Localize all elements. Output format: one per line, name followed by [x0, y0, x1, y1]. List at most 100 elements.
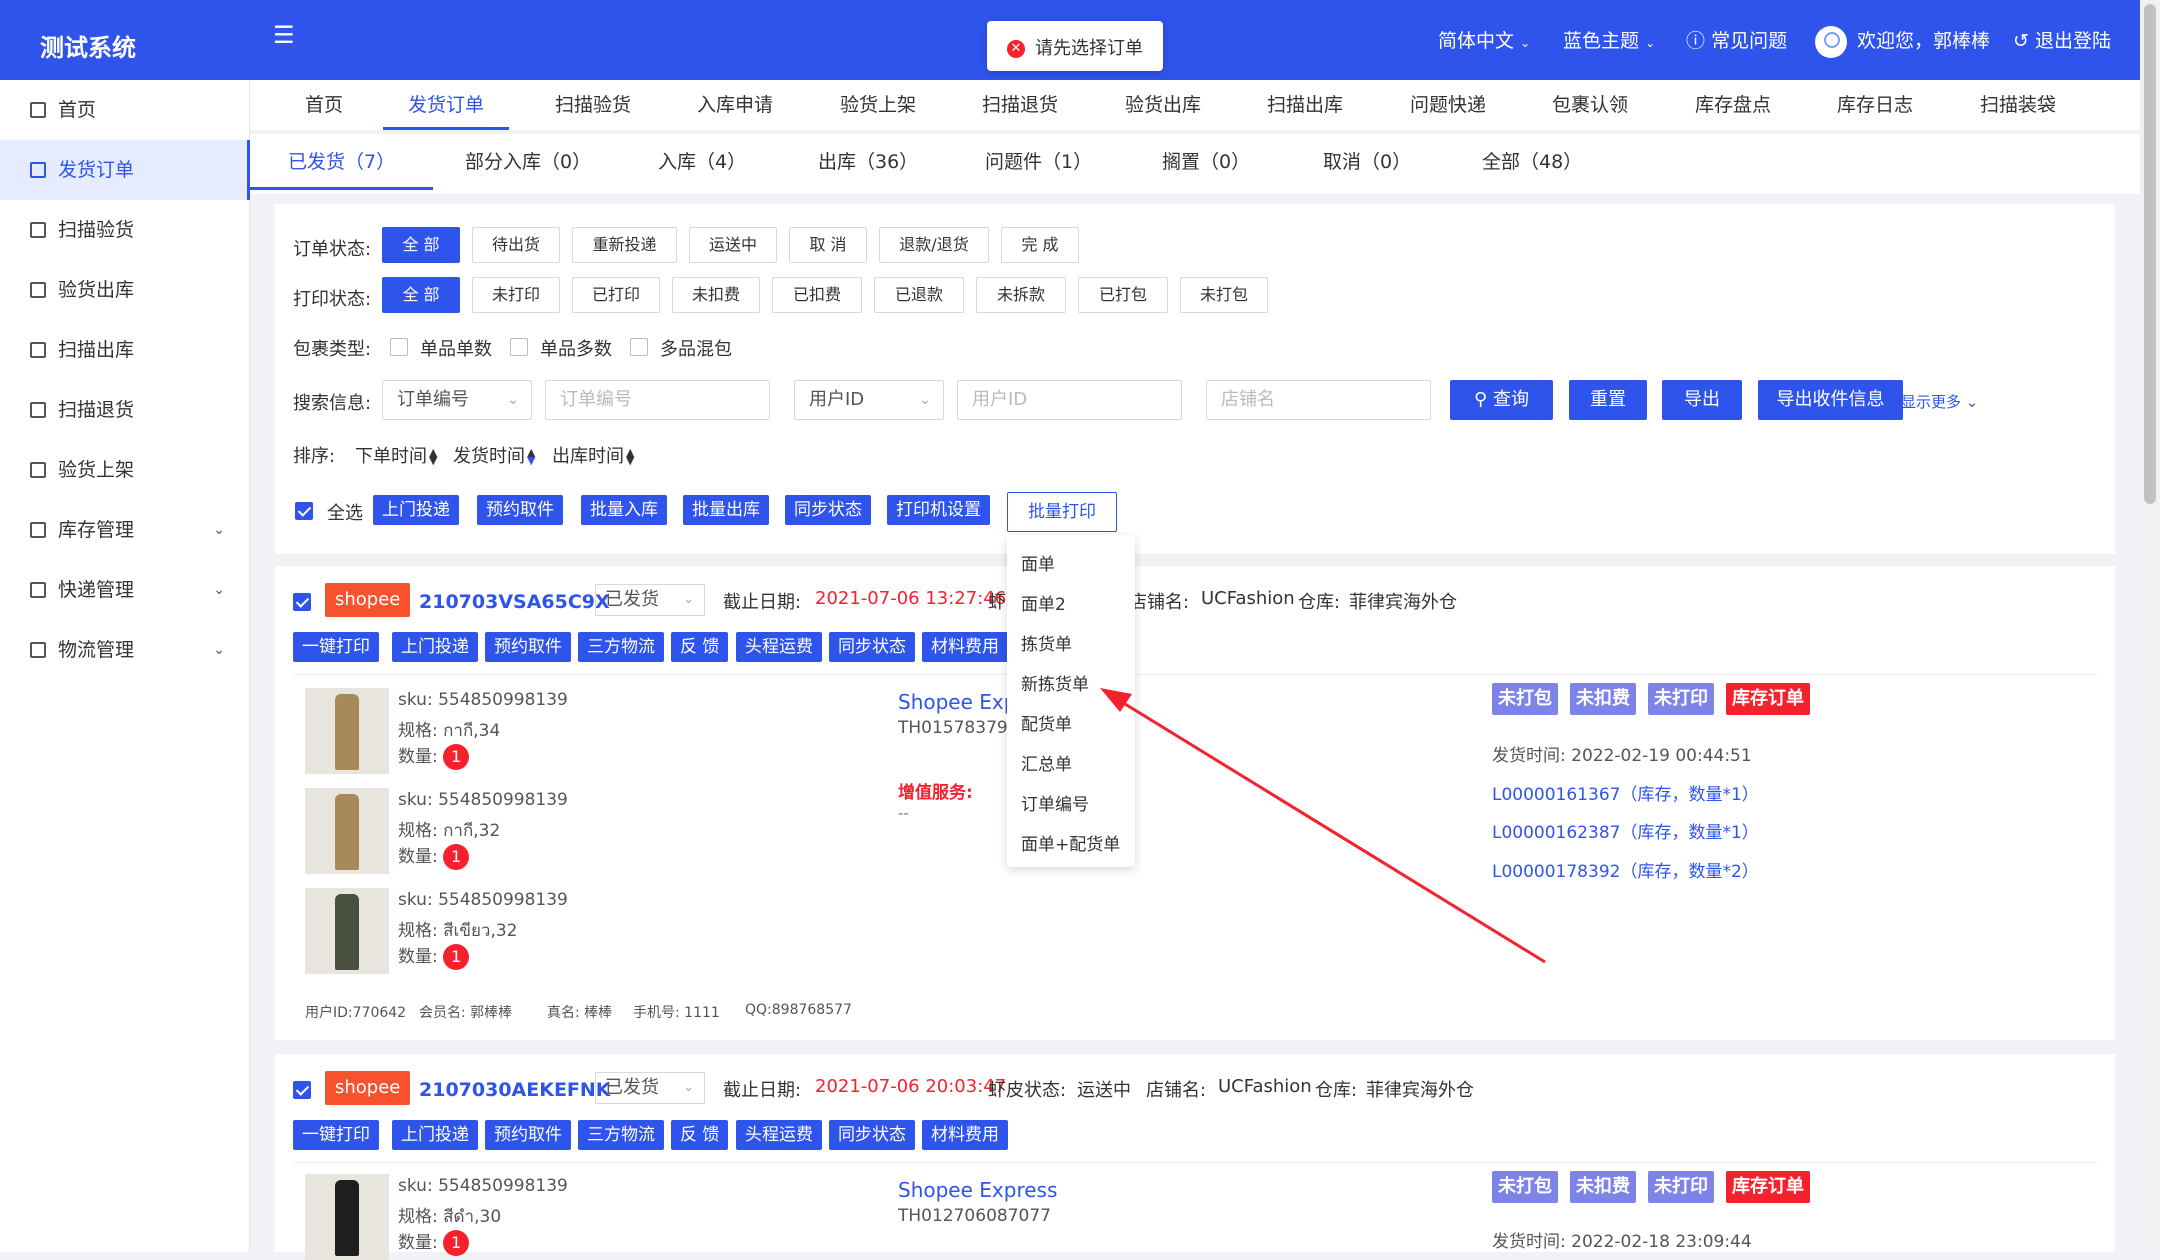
printer-settings-button[interactable]: 打印机设置: [887, 495, 990, 525]
carrier-link[interactable]: Shopee Exp: [898, 690, 1016, 714]
nav-inventory-log[interactable]: 库存日志: [1837, 80, 1913, 130]
nav-shipping-orders[interactable]: 发货订单: [383, 80, 510, 130]
order-checkbox[interactable]: [293, 1081, 311, 1099]
print-menu-item-waybill[interactable]: 面单: [1021, 550, 1055, 575]
nav-package-claim[interactable]: 包裹认领: [1552, 80, 1628, 130]
sidebar-item-scan-inspect[interactable]: 扫描验货: [0, 200, 250, 260]
print-menu-item-order-number[interactable]: 订单编号: [1021, 790, 1089, 815]
tab-on-hold[interactable]: 搁置（0）: [1162, 134, 1250, 190]
avatar[interactable]: [1815, 26, 1847, 58]
nav-inspect-shelve[interactable]: 验货上架: [840, 80, 916, 130]
order-status-pending[interactable]: 待出货: [472, 227, 560, 263]
logout-link[interactable]: ↺ 退出登陆: [2013, 26, 2111, 53]
sort-outbound-time[interactable]: 出库时间 ▲ ▼: [552, 442, 634, 468]
carrier-link[interactable]: Shopee Express: [898, 1178, 1057, 1202]
show-more-link[interactable]: 显示更多 ⌄: [1901, 391, 1978, 412]
sync-status-button[interactable]: 同步状态: [829, 632, 915, 662]
nav-inspect-outbound[interactable]: 验货出库: [1125, 80, 1201, 130]
sidebar-item-express[interactable]: 快递管理 ⌄: [0, 560, 250, 620]
first-leg-freight-button[interactable]: 头程运费: [736, 1120, 822, 1150]
sort-order-time[interactable]: 下单时间 ▲ ▼: [355, 442, 437, 468]
shop-name-input[interactable]: 店铺名: [1206, 380, 1431, 420]
print-status-unprinted[interactable]: 未打印: [472, 277, 560, 313]
order-number-input[interactable]: 订单编号: [545, 380, 770, 420]
print-status-refunded[interactable]: 已退款: [874, 277, 964, 313]
search-field-select[interactable]: 订单编号 ⌄: [382, 380, 532, 420]
print-menu-item-pick-list[interactable]: 拣货单: [1021, 630, 1072, 655]
print-menu-item-packing-slip[interactable]: 配货单: [1021, 710, 1072, 735]
nav-inventory-count[interactable]: 库存盘点: [1695, 80, 1771, 130]
home-delivery-button[interactable]: 上门投递: [392, 1120, 478, 1150]
faq-link[interactable]: ⓘ 常见问题: [1686, 26, 1787, 53]
package-type-single-checkbox[interactable]: [390, 338, 408, 356]
sidebar-item-inspect-outbound[interactable]: 验货出库: [0, 260, 250, 320]
bulk-inbound-button[interactable]: 批量入库: [581, 495, 667, 525]
tab-partial-inbound[interactable]: 部分入库（0）: [465, 134, 591, 190]
bulk-home-delivery-button[interactable]: 上门投递: [373, 495, 459, 525]
export-receiver-button[interactable]: 导出收件信息: [1758, 380, 1903, 420]
tab-inbound[interactable]: 入库（4）: [658, 134, 746, 190]
print-menu-item-new-pick-list[interactable]: 新拣货单: [1021, 670, 1089, 695]
theme-select[interactable]: 蓝色主题 ⌄: [1563, 26, 1655, 53]
nav-problem-express[interactable]: 问题快递: [1410, 80, 1486, 130]
package-type-multi-checkbox[interactable]: [510, 338, 528, 356]
feedback-button[interactable]: 反 馈: [671, 632, 729, 662]
order-status-all[interactable]: 全 部: [382, 227, 460, 263]
print-menu-item-waybill2[interactable]: 面单2: [1021, 590, 1066, 615]
scrollbar[interactable]: [2140, 0, 2160, 1252]
print-status-printed[interactable]: 已打印: [572, 277, 660, 313]
sidebar-item-scan-outbound[interactable]: 扫描出库: [0, 320, 250, 380]
sidebar-item-scan-return[interactable]: 扫描退货: [0, 380, 250, 440]
nav-scan-inspect[interactable]: 扫描验货: [555, 80, 631, 130]
order-checkbox[interactable]: [293, 593, 311, 611]
pickup-button[interactable]: 预约取件: [485, 632, 571, 662]
pickup-button[interactable]: 预约取件: [485, 1120, 571, 1150]
print-menu-item-waybill-packing[interactable]: 面单+配货单: [1021, 830, 1120, 855]
bulk-pickup-button[interactable]: 预约取件: [477, 495, 563, 525]
scrollbar-thumb[interactable]: [2144, 4, 2156, 504]
print-menu-item-summary[interactable]: 汇总单: [1021, 750, 1072, 775]
sidebar-item-logistics[interactable]: 物流管理 ⌄: [0, 620, 250, 680]
bulk-print-button[interactable]: 批量打印: [1007, 492, 1117, 532]
feedback-button[interactable]: 反 馈: [671, 1120, 729, 1150]
tab-cancelled[interactable]: 取消（0）: [1323, 134, 1411, 190]
tab-shipped[interactable]: 已发货（7）: [250, 134, 434, 190]
print-status-charged[interactable]: 已扣费: [772, 277, 862, 313]
user-field-select[interactable]: 用户ID ⌄: [794, 380, 944, 420]
select-all-checkbox[interactable]: [295, 502, 313, 520]
stock-link[interactable]: L00000161367（库存，数量*1）: [1492, 780, 1759, 805]
sidebar-item-shipping-orders[interactable]: 发货订单: [0, 140, 250, 200]
stock-link[interactable]: L00000178392（库存，数量*2）: [1492, 857, 1759, 882]
sync-status-button[interactable]: 同步状态: [829, 1120, 915, 1150]
nav-scan-return[interactable]: 扫描退货: [982, 80, 1058, 130]
nav-scan-outbound[interactable]: 扫描出库: [1267, 80, 1343, 130]
nav-inbound-request[interactable]: 入库申请: [697, 80, 773, 130]
order-status-select[interactable]: 已发货 ⌄: [595, 584, 705, 616]
print-status-unpacked[interactable]: 未打包: [1180, 277, 1268, 313]
material-cost-button[interactable]: 材料费用: [922, 1120, 1008, 1150]
sort-ship-time[interactable]: 发货时间 ▲ ▼: [453, 442, 535, 468]
one-click-print-button[interactable]: 一键打印: [293, 632, 379, 662]
tab-all[interactable]: 全部（48）: [1482, 134, 1582, 190]
order-status-select[interactable]: 已发货 ⌄: [595, 1072, 705, 1104]
order-status-shipping[interactable]: 运送中: [689, 227, 777, 263]
order-status-refund[interactable]: 退款/退货: [879, 227, 989, 263]
user-id-input[interactable]: 用户ID: [957, 380, 1182, 420]
tab-outbound[interactable]: 出库（36）: [818, 134, 918, 190]
third-party-logistics-button[interactable]: 三方物流: [578, 1120, 664, 1150]
reset-button[interactable]: 重置: [1569, 380, 1647, 420]
sync-status-button[interactable]: 同步状态: [785, 495, 871, 525]
material-cost-button[interactable]: 材料费用: [922, 632, 1008, 662]
print-status-packed[interactable]: 已打包: [1078, 277, 1168, 313]
nav-home[interactable]: 首页: [305, 80, 343, 130]
order-status-redeliver[interactable]: 重新投递: [572, 227, 677, 263]
language-select[interactable]: 简体中文 ⌄: [1438, 26, 1530, 53]
print-status-unsplit[interactable]: 未拆款: [976, 277, 1066, 313]
one-click-print-button[interactable]: 一键打印: [293, 1120, 379, 1150]
order-id-link[interactable]: 2107030AEKEFNK: [419, 1079, 611, 1101]
bulk-outbound-button[interactable]: 批量出库: [683, 495, 769, 525]
order-status-complete[interactable]: 完 成: [1001, 227, 1079, 263]
print-status-all[interactable]: 全 部: [382, 277, 460, 313]
third-party-logistics-button[interactable]: 三方物流: [578, 632, 664, 662]
tab-problem[interactable]: 问题件（1）: [985, 134, 1092, 190]
